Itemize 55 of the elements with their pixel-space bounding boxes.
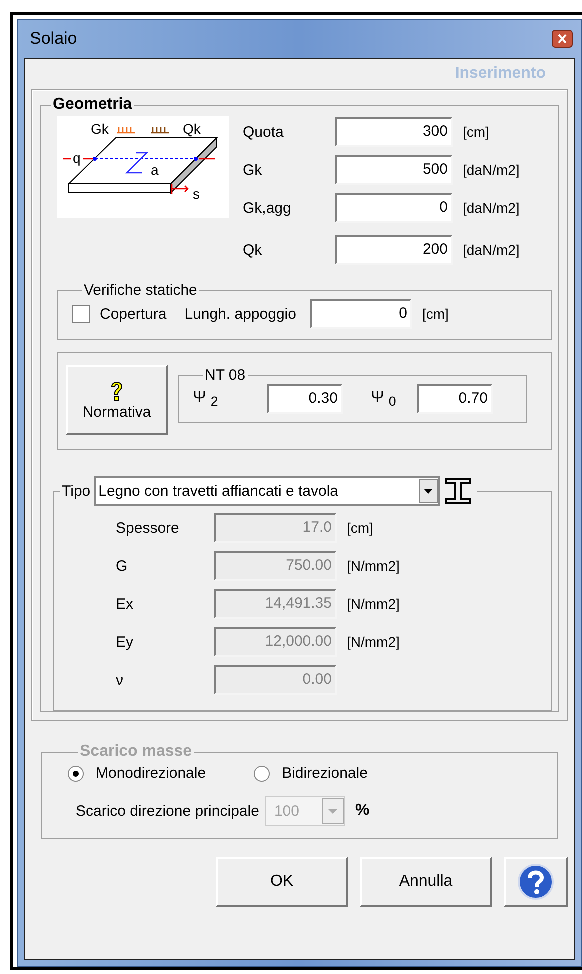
field-label: Scarico direzione principale bbox=[76, 802, 260, 820]
field-label: ν bbox=[116, 672, 124, 688]
close-icon[interactable] bbox=[552, 30, 573, 48]
coefficient-label: Ψ $_{2}$ bbox=[193, 388, 220, 410]
field-label: Ex bbox=[116, 596, 135, 612]
value-field[interactable]: 300 bbox=[335, 117, 453, 147]
dialog-button[interactable]: OK bbox=[216, 857, 348, 907]
diagram-label: s bbox=[193, 186, 200, 202]
dialog-button[interactable]: Annulla bbox=[360, 857, 492, 907]
coefficient-label: Ψ $_{0}$ bbox=[371, 388, 398, 410]
window-title: Solaio bbox=[30, 29, 78, 49]
unit-label: [daN/m2] bbox=[463, 242, 520, 258]
diagram-label: a bbox=[151, 162, 159, 178]
field-label: Gk bbox=[243, 162, 264, 178]
group-title: Geometria bbox=[52, 96, 134, 114]
value-field[interactable]: 500 bbox=[335, 155, 453, 185]
value-field[interactable]: 0 bbox=[335, 193, 453, 223]
field-label: Ey bbox=[116, 634, 135, 650]
unit-label: [N/mm2] bbox=[347, 558, 400, 574]
field-label: G bbox=[116, 558, 129, 574]
question-icon bbox=[109, 380, 125, 402]
i-beam-icon bbox=[442, 477, 473, 505]
unit-label: [daN/m2] bbox=[463, 200, 520, 216]
unit-label: [daN/m2] bbox=[463, 162, 520, 178]
checkbox[interactable] bbox=[72, 305, 90, 323]
field-label: Spessore bbox=[116, 520, 180, 536]
field-label: Gk,agg bbox=[243, 200, 292, 216]
unit-label: [cm] bbox=[347, 520, 374, 536]
value-field[interactable]: 0 bbox=[310, 299, 412, 329]
unit-label: [N/mm2] bbox=[347, 596, 400, 612]
unit-label: % bbox=[355, 802, 370, 820]
field-label: Quota bbox=[243, 124, 285, 140]
checkbox-label[interactable]: Copertura bbox=[100, 306, 167, 322]
group-title: Verifiche statiche bbox=[83, 282, 198, 299]
help-button[interactable] bbox=[504, 857, 568, 907]
unit-label: [cm] bbox=[463, 124, 490, 140]
group-title: Scarico masse bbox=[79, 743, 194, 761]
field-label: Lungh. appoggio bbox=[184, 306, 296, 322]
unit-label: [N/mm2] bbox=[347, 634, 400, 650]
caret-icon bbox=[418, 479, 438, 503]
diagram-label: q bbox=[73, 150, 81, 166]
unit-label: [cm] bbox=[422, 306, 449, 322]
type-dropdown[interactable]: Legno con travetti affiancati e tavola bbox=[94, 476, 440, 506]
standard-button[interactable]: Normativa bbox=[66, 365, 168, 435]
value-field[interactable]: 0.70 bbox=[417, 384, 493, 414]
diagram-label: Qk bbox=[183, 121, 201, 137]
diagram-label: Gk bbox=[91, 121, 109, 137]
mode-label: Inserimento bbox=[455, 65, 546, 83]
field-label: Qk bbox=[243, 242, 264, 258]
group-title: Tipo bbox=[62, 482, 91, 500]
caret-icon bbox=[322, 798, 344, 824]
group-title: NT 08 bbox=[204, 367, 247, 384]
help-icon bbox=[517, 863, 555, 901]
value-field[interactable]: 200 bbox=[335, 235, 453, 265]
value-field[interactable]: 0.30 bbox=[267, 384, 343, 414]
